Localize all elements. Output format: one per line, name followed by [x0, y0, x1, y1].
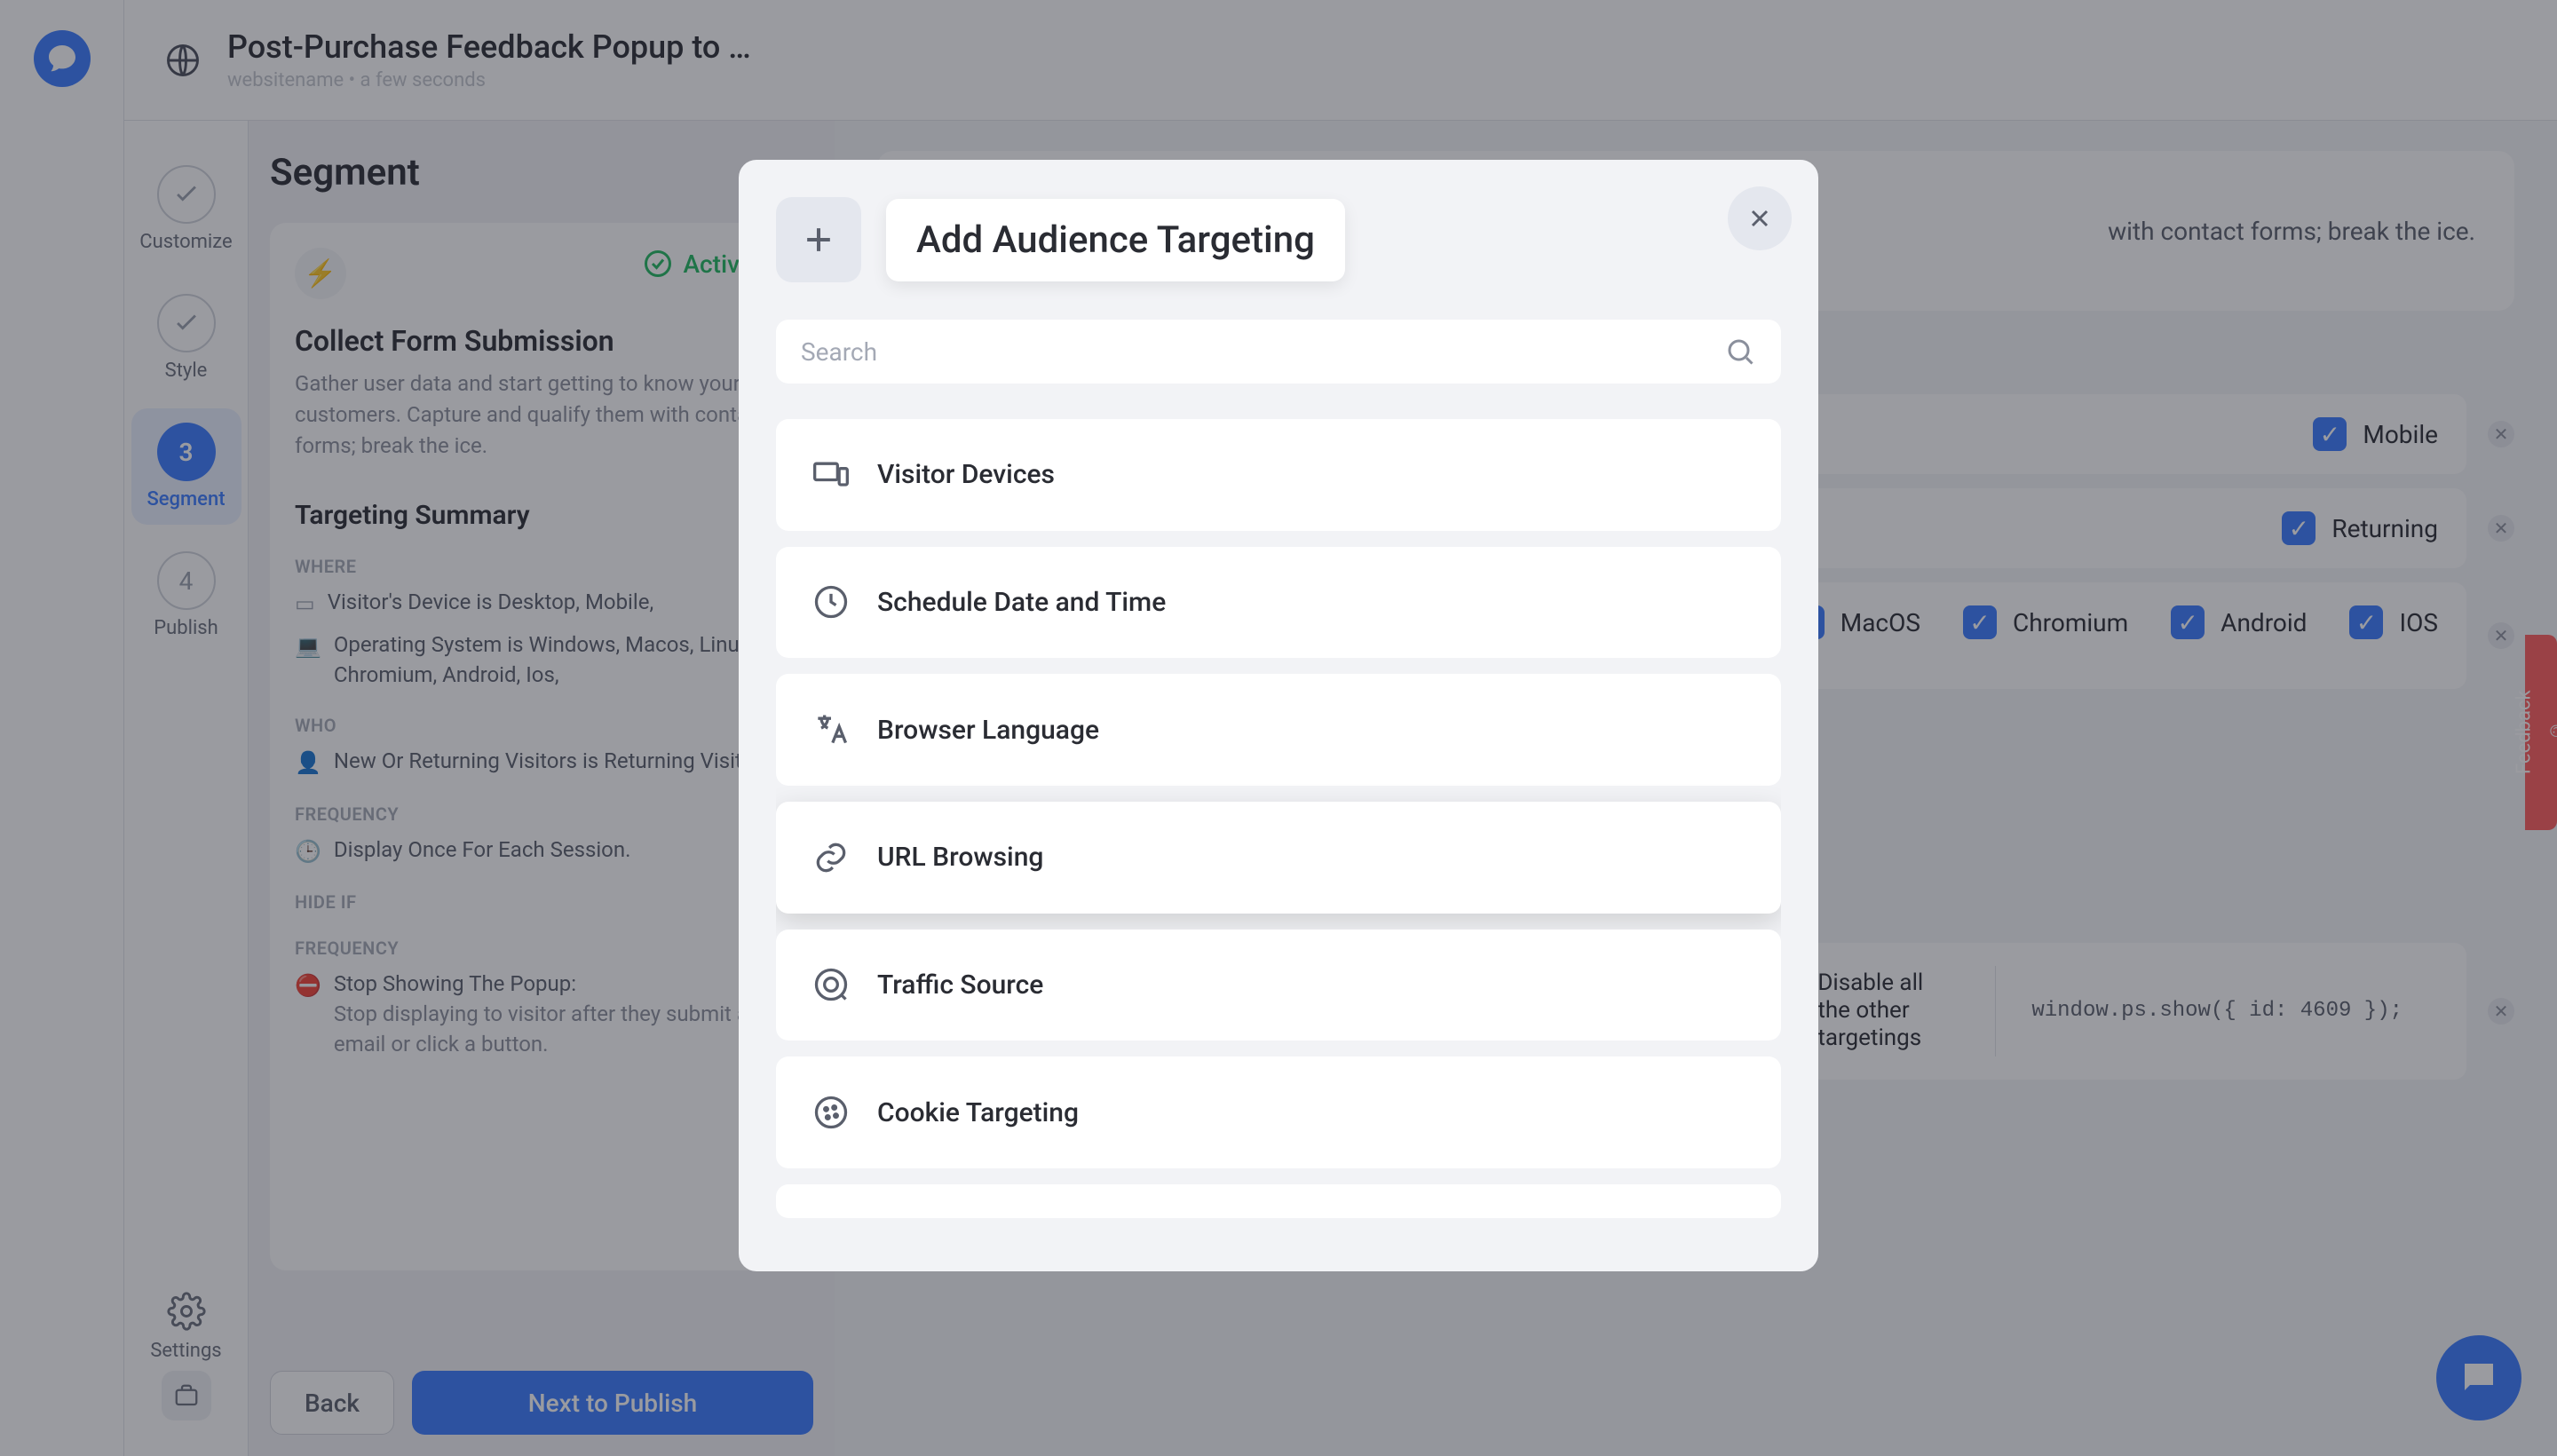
- option-browser-language[interactable]: Browser Language: [776, 674, 1781, 786]
- plus-icon: [799, 220, 838, 259]
- option-visitor-devices[interactable]: Visitor Devices: [776, 419, 1781, 531]
- modal-plus-badge: [776, 197, 861, 282]
- targeting-options-list: Visitor Devices Schedule Date and Time B…: [776, 419, 1781, 1218]
- link-icon: [811, 838, 851, 877]
- option-traffic-source[interactable]: Traffic Source: [776, 930, 1781, 1041]
- option-partial[interactable]: [776, 1184, 1781, 1218]
- modal-close-button[interactable]: [1728, 186, 1792, 250]
- search-input[interactable]: [801, 337, 1706, 367]
- cookie-icon: [811, 1093, 851, 1132]
- devices-icon: [811, 455, 851, 495]
- language-icon: [811, 710, 851, 749]
- option-url-browsing[interactable]: URL Browsing: [776, 802, 1781, 914]
- option-schedule[interactable]: Schedule Date and Time: [776, 547, 1781, 659]
- search-icon: [1724, 336, 1756, 368]
- option-cookie-targeting[interactable]: Cookie Targeting: [776, 1056, 1781, 1168]
- modal-overlay[interactable]: Add Audience Targeting Visitor Devices S…: [0, 0, 2557, 1456]
- add-audience-targeting-modal: Add Audience Targeting Visitor Devices S…: [739, 160, 1818, 1271]
- traffic-icon: [811, 965, 851, 1004]
- clock-icon: [811, 582, 851, 621]
- modal-search[interactable]: [776, 320, 1781, 384]
- modal-title: Add Audience Targeting: [886, 199, 1345, 281]
- close-icon: [1746, 204, 1774, 233]
